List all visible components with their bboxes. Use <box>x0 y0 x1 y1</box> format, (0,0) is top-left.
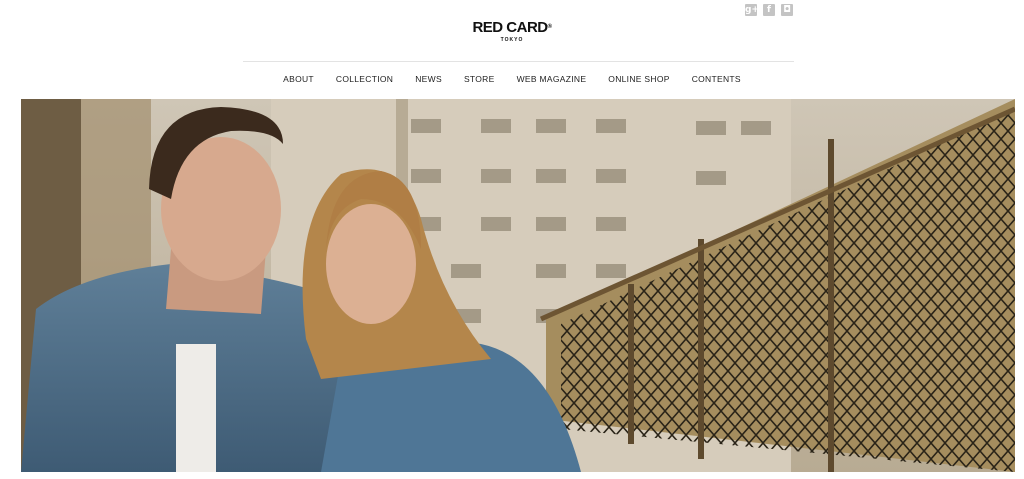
nav-online-shop[interactable]: ONLINE SHOP <box>608 74 669 84</box>
instagram-icon[interactable]: ◘ <box>781 4 793 16</box>
nav-web-magazine[interactable]: WEB MAGAZINE <box>517 74 587 84</box>
hero-photo <box>21 99 1015 472</box>
nav-about[interactable]: ABOUT <box>283 74 314 84</box>
nav-store[interactable]: STORE <box>464 74 495 84</box>
facebook-icon[interactable]: f <box>763 4 775 16</box>
nav-news[interactable]: NEWS <box>415 74 442 84</box>
main-nav: ABOUT COLLECTION NEWS STORE WEB MAGAZINE… <box>0 74 1024 84</box>
google-plus-icon[interactable]: g+ <box>745 4 759 16</box>
hero-image[interactable] <box>21 99 1015 472</box>
logo-subtitle: TOKYO <box>500 37 524 43</box>
logo-wordmark: RED CARD® <box>472 19 552 36</box>
header-divider <box>243 61 794 62</box>
brand-logo[interactable]: RED CARD® TOKYO <box>0 19 1024 44</box>
nav-collection[interactable]: COLLECTION <box>336 74 393 84</box>
social-links: g+ f ◘ <box>745 4 793 16</box>
nav-contents[interactable]: CONTENTS <box>692 74 741 84</box>
